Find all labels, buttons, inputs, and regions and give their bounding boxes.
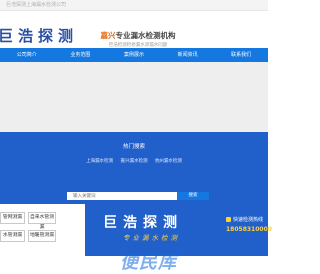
hotline-label: 快速检测热线 [226,216,263,223]
nav-item-cases[interactable]: 案例展示 [107,48,161,62]
top-bar-text: 巨浩探测上海漏水检测公司 [6,2,67,8]
bottom-section: 管网测漏 自来水管测漏 水管测漏 地暖管测漏 巨浩探测 专业漏水检测 快速检测热… [0,204,272,273]
site-logo[interactable]: 巨浩探测 [0,25,78,46]
top-bar: 巨浩探测上海漏水检测公司 [0,0,268,11]
hot-search-links: 上海漏水检测 嘉兴漏水检测 杭州漏水检测 [0,158,268,164]
tile-water-pipe[interactable]: 水管测漏 [0,230,25,242]
search-button[interactable]: 搜索 [177,192,209,200]
hot-search-panel: 热门搜索 上海漏水检测 嘉兴漏水检测 杭州漏水检测 搜索 [0,132,268,204]
promo-logo: 巨浩探测 [103,215,183,231]
tile-pipe-leak[interactable]: 管网测漏 [0,212,25,224]
hero-banner [0,62,268,132]
header-slogan-text: 专业漏水检测机构 [115,31,176,40]
promo-subtitle: 专业漏水检测 [123,234,180,242]
nav-item-contact[interactable]: 联系我们 [214,48,268,62]
tile-water-pipe-leak[interactable]: 自来水管测漏 [28,212,56,230]
hot-link-jiaxing[interactable]: 嘉兴漏水检测 [121,159,148,164]
hot-search-title: 热门搜索 [122,144,145,150]
hot-link-shanghai[interactable]: 上海漏水检测 [86,159,113,164]
hotline-number[interactable]: 18058310000 [226,226,272,233]
phone-icon [226,217,231,222]
header-city: 嘉兴 [100,31,116,40]
nav-item-about[interactable]: 公司简介 [0,48,54,62]
hot-link-hangzhou[interactable]: 杭州漏水检测 [155,159,182,164]
tile-floor-heating[interactable]: 地暖管测漏 [28,230,56,242]
site-header: 巨浩探测 嘉兴专业漏水检测机构 巨浩检测检修漏水渗漏水问题 [0,11,268,48]
main-nav: 公司简介 业务范围 案例展示 新闻资讯 联系我们 [0,48,268,62]
watermark-logo: 便民库 [120,252,177,273]
nav-item-services[interactable]: 业务范围 [54,48,108,62]
header-slogan: 嘉兴专业漏水检测机构 [92,30,184,41]
search-input[interactable] [67,192,177,200]
service-tiles: 管网测漏 自来水管测漏 水管测漏 地暖管测漏 [0,204,60,272]
hotline-label-text: 快速检测热线 [233,217,264,223]
nav-item-news[interactable]: 新闻资讯 [161,48,215,62]
header-tagline: 嘉兴专业漏水检测机构 巨浩检测检修漏水渗漏水问题 [92,30,184,48]
